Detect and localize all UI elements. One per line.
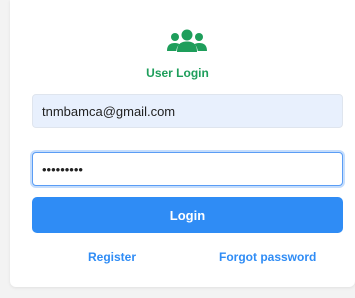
register-link[interactable]: Register xyxy=(88,250,136,264)
users-icon xyxy=(167,29,207,52)
login-button[interactable]: Login xyxy=(32,197,343,233)
login-title: User Login xyxy=(146,66,209,80)
forgot-password-link[interactable]: Forgot password xyxy=(219,250,316,264)
email-field[interactable] xyxy=(32,94,343,128)
password-field[interactable] xyxy=(32,152,343,186)
